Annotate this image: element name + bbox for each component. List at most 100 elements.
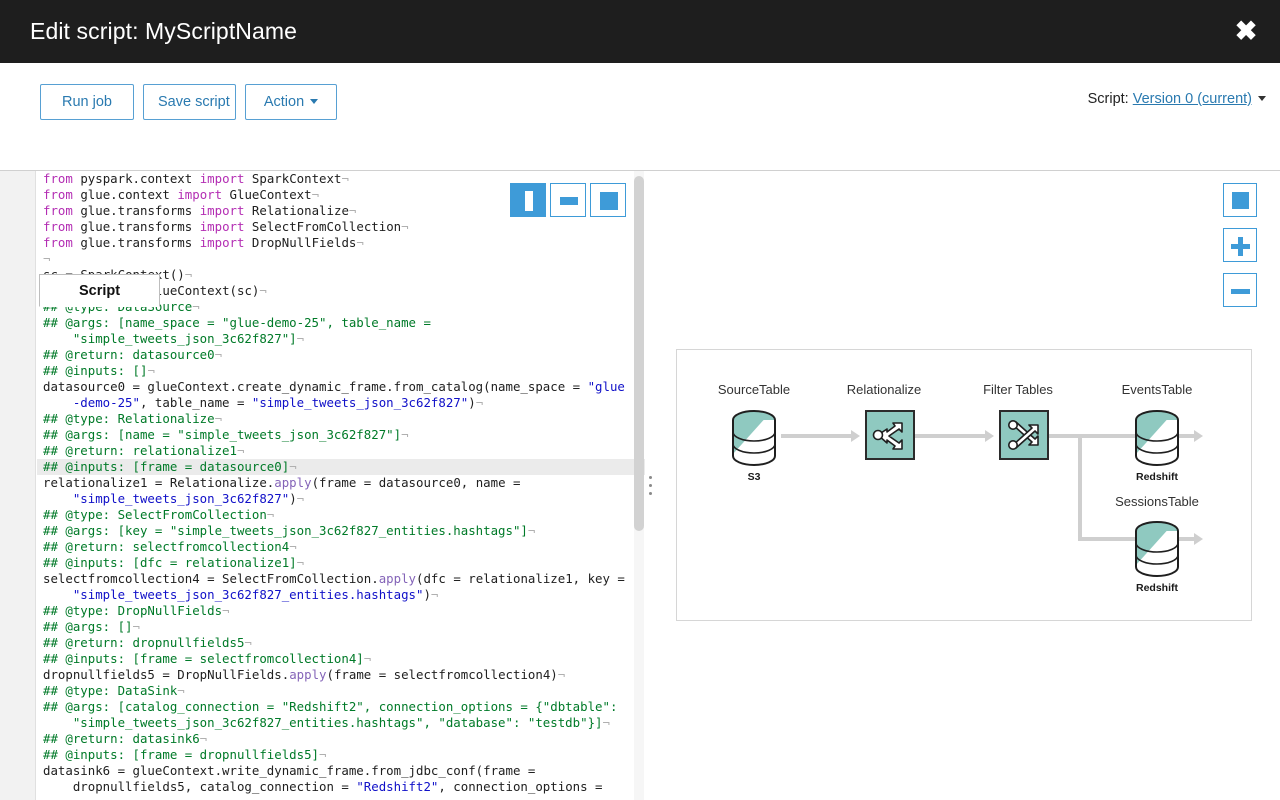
node-label-events: EventsTable bbox=[1121, 382, 1193, 397]
chevron-down-icon bbox=[310, 98, 319, 104]
save-script-button[interactable]: Save script bbox=[143, 84, 236, 120]
code-line-text: from glue.transforms import DropNullFiel… bbox=[43, 235, 364, 250]
code-line[interactable]: 17## @inputs: [frame = datasource0]¬ bbox=[37, 459, 647, 475]
code-line[interactable]: 22## @inputs: [dfc = relationalize1]¬ bbox=[37, 555, 647, 571]
layout-split-vertical-button[interactable] bbox=[510, 183, 546, 217]
code-line-text: from glue.transforms import SelectFromCo… bbox=[43, 219, 409, 234]
square-icon bbox=[1232, 192, 1249, 209]
close-icon[interactable]: ✖ bbox=[1230, 17, 1262, 47]
node-label-source: SourceTable bbox=[717, 382, 791, 397]
datastore-cylinder-icon[interactable] bbox=[1132, 521, 1182, 577]
code-line-text: relationalize1 = Relationalize.apply(fra… bbox=[43, 475, 521, 490]
code-token: ## @return: selectfromcollection4 bbox=[43, 539, 290, 554]
code-token: ¬ bbox=[199, 731, 208, 746]
node-label-relationalize: Relationalize bbox=[846, 382, 922, 397]
code-token: ## @return: datasink6 bbox=[43, 731, 200, 746]
code-line-text: selectfromcollection4 = SelectFromCollec… bbox=[43, 571, 625, 586]
diagram-canvas[interactable]: SourceTable S3 Relationalize Filter Tabl… bbox=[676, 349, 1252, 621]
editor-code-area[interactable]: 1from pyspark.context import SparkContex… bbox=[37, 171, 647, 800]
code-token: import bbox=[199, 203, 245, 218]
code-line[interactable]: 15## @args: [name = "simple_tweets_json_… bbox=[37, 427, 647, 443]
code-token: ¬ bbox=[319, 747, 327, 762]
tab-script[interactable]: Script bbox=[39, 274, 160, 307]
transform-node-relationalize[interactable] bbox=[865, 410, 915, 460]
code-line[interactable]: 21## @return: selectfromcollection4¬ bbox=[37, 539, 647, 555]
shuffle-icon bbox=[1008, 420, 1039, 450]
code-line-text: ## @inputs: [dfc = relationalize1]¬ bbox=[37, 555, 647, 571]
datastore-cylinder-icon[interactable] bbox=[1132, 410, 1182, 466]
code-line-text: ## @args: [name_space = "glue-demo-25", … bbox=[37, 315, 647, 331]
code-line[interactable]: 32## @inputs: [frame = dropnullfields5]¬ bbox=[37, 747, 647, 763]
code-line[interactable]: 24## @type: DropNullFields¬ bbox=[37, 603, 647, 619]
code-line[interactable]: 28dropnullfields5 = DropNullFields.apply… bbox=[37, 667, 647, 683]
code-line[interactable]: 33datasink6 = glueContext.write_dynamic_… bbox=[37, 763, 647, 795]
code-token: ¬ bbox=[192, 299, 200, 314]
code-line[interactable]: 27## @inputs: [frame = selectfromcollect… bbox=[37, 651, 647, 667]
splitter-dot bbox=[649, 484, 652, 487]
panel-splitter-handle[interactable] bbox=[645, 171, 656, 800]
code-line-text: ## @return: dropnullfields5¬ bbox=[37, 635, 647, 651]
minus-icon bbox=[1231, 289, 1250, 294]
fit-to-screen-button[interactable] bbox=[1223, 183, 1257, 217]
layout-split-horizontal-button[interactable] bbox=[550, 183, 586, 217]
code-line-text: ## @inputs: []¬ bbox=[37, 363, 647, 379]
code-line[interactable]: 5from glue.transforms import DropNullFie… bbox=[37, 235, 647, 251]
split-icon bbox=[872, 422, 903, 450]
code-line[interactable]: 23selectfromcollection4 = SelectFromColl… bbox=[37, 571, 647, 603]
script-version-link[interactable]: Version 0 (current) bbox=[1133, 91, 1252, 107]
window-titlebar: Edit script: MyScriptName ✖ bbox=[0, 0, 1280, 63]
code-token: ¬ bbox=[475, 395, 484, 410]
single-pane-icon bbox=[600, 192, 618, 210]
code-line[interactable]: 26## @return: dropnullfields5¬ bbox=[37, 635, 647, 651]
code-line[interactable]: 31## @return: datasink6¬ bbox=[37, 731, 647, 747]
code-line[interactable]: 20## @args: [key = "simple_tweets_json_3… bbox=[37, 523, 647, 539]
code-token: ## @return: datasource0 bbox=[43, 347, 215, 362]
code-line[interactable]: 12## @inputs: []¬ bbox=[37, 363, 647, 379]
editor-gutter bbox=[0, 171, 36, 800]
code-line[interactable]: 10## @args: [name_space = "glue-demo-25"… bbox=[37, 315, 647, 347]
code-token: from bbox=[43, 235, 73, 250]
code-token: -demo-25" bbox=[43, 395, 140, 410]
code-token: ## @type: DropNullFields bbox=[43, 603, 223, 618]
code-token: ¬ bbox=[177, 683, 185, 698]
zoom-in-button[interactable] bbox=[1223, 228, 1257, 262]
code-line[interactable]: 25## @args: []¬ bbox=[37, 619, 647, 635]
arrowhead-icon bbox=[1194, 430, 1203, 442]
code-token: ¬ bbox=[244, 635, 252, 650]
code-token: from bbox=[43, 187, 73, 202]
code-line-wrap: -demo-25", table_name = "simple_tweets_j… bbox=[43, 395, 484, 410]
transform-node-filter[interactable] bbox=[999, 410, 1049, 460]
code-token: ## @inputs: [] bbox=[43, 363, 148, 378]
code-line[interactable]: 18relationalize1 = Relationalize.apply(f… bbox=[37, 475, 647, 507]
run-job-button[interactable]: Run job bbox=[40, 84, 134, 120]
code-line[interactable]: 30## @args: [catalog_connection = "Redsh… bbox=[37, 699, 647, 731]
code-line-text: ## @return: datasource0¬ bbox=[37, 347, 647, 363]
code-line[interactable]: 13datasource0 = glueContext.create_dynam… bbox=[37, 379, 647, 411]
code-line[interactable]: 4from glue.transforms import SelectFromC… bbox=[37, 219, 647, 235]
code-token: ¬ bbox=[341, 171, 349, 186]
code-line-text: datasink6 = glueContext.write_dynamic_fr… bbox=[43, 763, 536, 778]
code-line[interactable]: 29## @type: DataSink¬ bbox=[37, 683, 647, 699]
code-line[interactable]: 11## @return: datasource0¬ bbox=[37, 347, 647, 363]
chevron-down-icon[interactable] bbox=[1258, 95, 1266, 101]
script-editor[interactable]: 1from pyspark.context import SparkContex… bbox=[0, 171, 648, 800]
zoom-out-button[interactable] bbox=[1223, 273, 1257, 307]
editor-scrollbar-thumb[interactable] bbox=[634, 176, 644, 531]
code-line-text: ## @return: relationalize1¬ bbox=[37, 443, 647, 459]
code-token: ¬ bbox=[289, 459, 297, 474]
code-line[interactable]: 16## @return: relationalize1¬ bbox=[37, 443, 647, 459]
code-line[interactable]: 14## @type: Relationalize¬ bbox=[37, 411, 647, 427]
layout-single-pane-button[interactable] bbox=[590, 183, 626, 217]
job-diagram-panel: SourceTable S3 Relationalize Filter Tabl… bbox=[656, 171, 1280, 800]
node-label-sessions: SessionsTable bbox=[1115, 494, 1199, 509]
code-line[interactable]: 6¬ bbox=[37, 251, 647, 267]
code-line[interactable]: 19## @type: SelectFromCollection¬ bbox=[37, 507, 647, 523]
code-line-text: ¬ bbox=[37, 251, 647, 267]
action-menu-button[interactable]: Action bbox=[245, 84, 337, 120]
datastore-cylinder-icon[interactable] bbox=[729, 410, 779, 466]
